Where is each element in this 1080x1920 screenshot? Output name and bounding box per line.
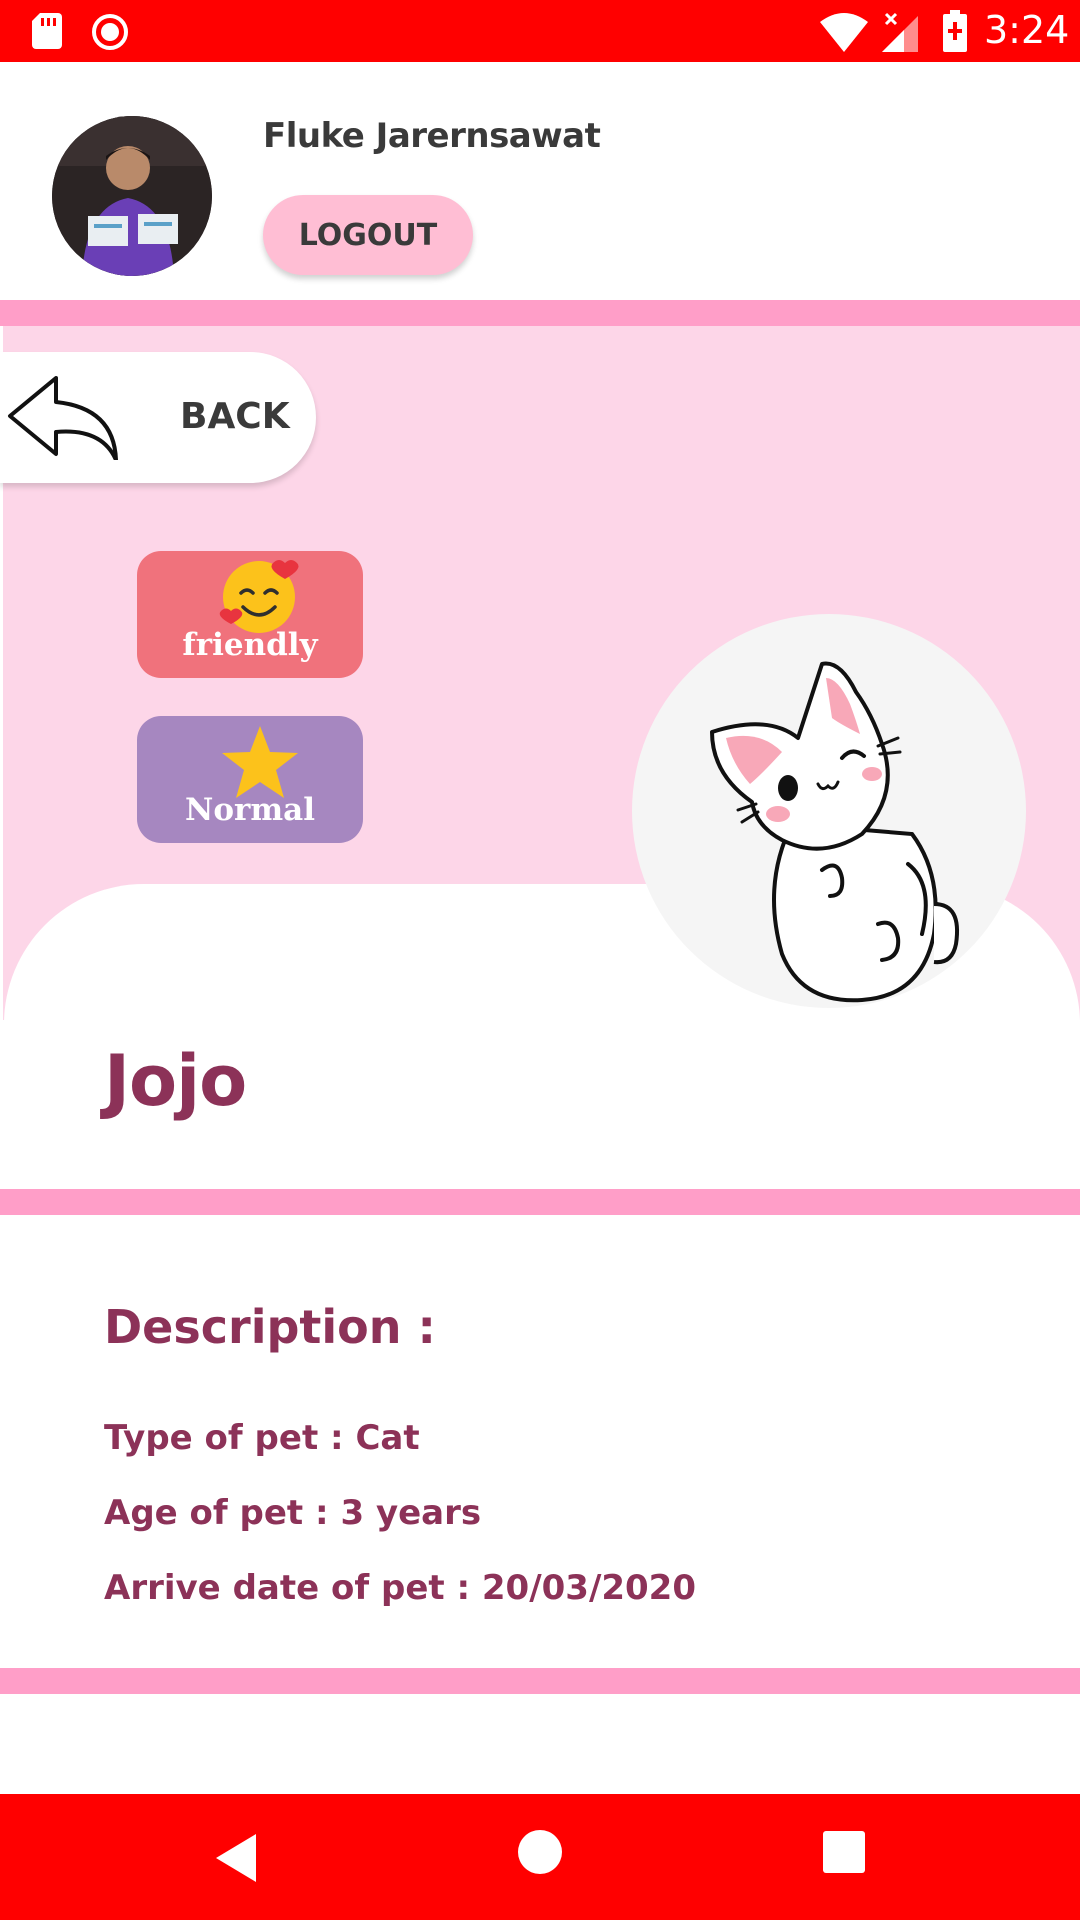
pet-image [632,614,1026,1008]
signal-icon [882,12,918,52]
divider [0,1189,1080,1215]
nav-home-icon[interactable] [518,1830,562,1874]
status-time: 3:24 [984,8,1070,52]
logout-button[interactable]: LOGOUT [263,195,473,275]
cat-illustration-icon [710,661,959,1003]
avatar-photo [52,116,212,276]
description-age: Age of pet : 3 years [104,1493,482,1533]
system-nav-bar [0,1794,1080,1920]
nav-back-icon[interactable] [212,1832,260,1884]
trait-badge-normal: Normal [137,716,363,843]
description-title: Description : [104,1300,436,1354]
description-type: Type of pet : Cat [104,1418,420,1458]
trait-badge-friendly: friendly [137,551,363,678]
profile-header: Fluke Jarernsawat LOGOUT [0,62,1080,300]
status-bar: 3:24 [0,0,1080,62]
description-arrive-date: Arrive date of pet : 20/03/2020 [104,1568,696,1608]
divider [0,300,1080,326]
pet-name: Jojo [104,1040,247,1122]
wifi-icon [820,13,868,52]
trait-label-friendly: friendly [182,627,318,663]
back-arrow-icon [8,376,118,460]
back-label: BACK [180,396,290,437]
nav-recent-icon[interactable] [823,1831,865,1873]
back-button[interactable]: BACK [0,352,316,483]
record-icon [92,14,128,50]
battery-charging-icon [943,10,967,52]
user-name: Fluke Jarernsawat [263,116,601,156]
divider [0,1668,1080,1694]
avatar[interactable] [52,116,212,276]
trait-label-normal: Normal [184,792,315,828]
smiling-face-hearts-icon [219,560,299,633]
sd-card-icon [32,13,62,49]
star-icon [222,726,298,798]
